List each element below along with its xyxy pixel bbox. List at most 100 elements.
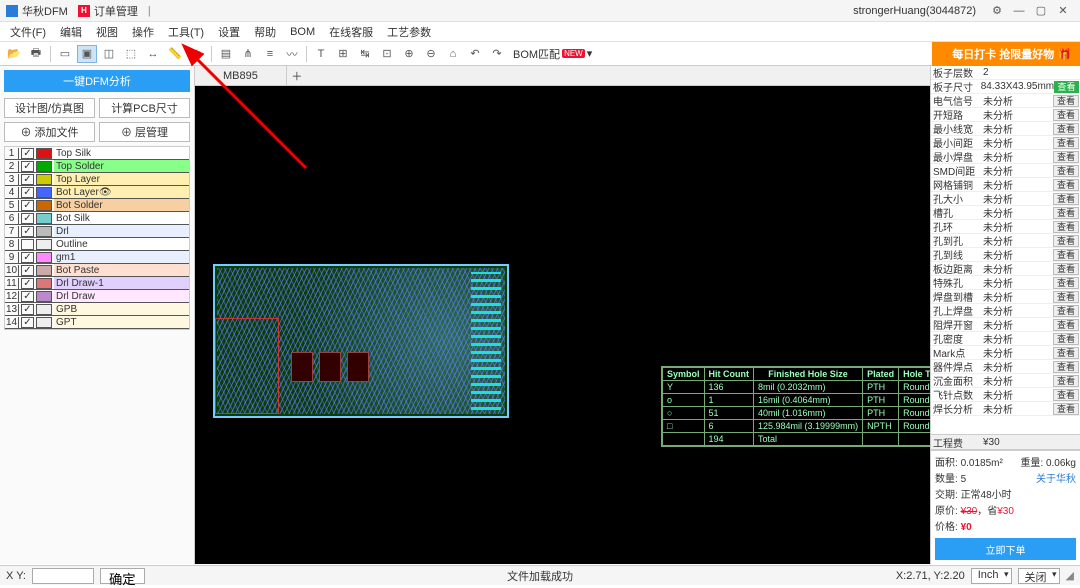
prop-view-button[interactable]: 查看	[1053, 319, 1079, 331]
layer-row[interactable]: 4 ✓ Bot Layer 👁	[5, 186, 189, 199]
unit-select[interactable]: Inch	[971, 568, 1012, 584]
prop-view-button[interactable]: 查看	[1053, 235, 1079, 247]
layer-checkbox[interactable]: ✓	[21, 174, 34, 185]
zoomout-icon[interactable]: ⊖	[421, 45, 441, 63]
open-icon[interactable]: 📂	[4, 45, 24, 63]
print-icon[interactable]: 🖶	[26, 45, 46, 63]
close-select[interactable]: 关闭	[1018, 568, 1060, 584]
layer-row[interactable]: 8 Outline	[5, 238, 189, 251]
move-icon[interactable]: ↹	[355, 45, 375, 63]
layer-checkbox[interactable]: ✓	[21, 252, 34, 263]
layer-checkbox[interactable]: ✓	[21, 278, 34, 289]
zoomin-icon[interactable]: ⊕	[399, 45, 419, 63]
layer-checkbox[interactable]: ✓	[21, 187, 34, 198]
layer-row[interactable]: 7 ✓ Drl	[5, 225, 189, 238]
layer-color-swatch[interactable]	[36, 213, 52, 224]
text-icon[interactable]: T	[311, 45, 331, 63]
layer-color-swatch[interactable]	[36, 161, 52, 172]
menu-process[interactable]: 工艺参数	[381, 24, 437, 40]
layer-checkbox[interactable]: ✓	[21, 317, 34, 328]
layer-checkbox[interactable]: ✓	[21, 213, 34, 224]
prop-view-button[interactable]: 查看	[1053, 375, 1079, 387]
layers-icon[interactable]: ▤	[216, 45, 236, 63]
select-icon[interactable]: ◫	[99, 45, 119, 63]
prop-view-button[interactable]: 查看	[1053, 221, 1079, 233]
prop-view-button[interactable]: 查看	[1053, 263, 1079, 275]
layer-checkbox[interactable]: ✓	[21, 291, 34, 302]
menu-bom[interactable]: BOM	[284, 26, 321, 38]
prop-view-button[interactable]: 查看	[1053, 151, 1079, 163]
ruler-icon[interactable]: 📏	[165, 45, 185, 63]
calc-size-button[interactable]: 计算PCB尺寸	[99, 98, 190, 118]
share-icon[interactable]: ⋔	[238, 45, 258, 63]
wave-icon[interactable]: 〰	[282, 45, 302, 63]
about-link[interactable]: 关于华秋	[1036, 470, 1076, 485]
prop-view-button[interactable]: 查看	[1054, 81, 1079, 93]
prop-view-button[interactable]: 查看	[1053, 389, 1079, 401]
pointer-icon[interactable]: ▣	[77, 45, 97, 63]
layer-color-swatch[interactable]	[36, 200, 52, 211]
prop-view-button[interactable]: 查看	[1053, 333, 1079, 345]
prop-view-button[interactable]: 查看	[1053, 403, 1079, 415]
redo-icon[interactable]: ↷	[487, 45, 507, 63]
prop-view-button[interactable]: 查看	[1053, 347, 1079, 359]
layer-row[interactable]: 6 ✓ Bot Silk	[5, 212, 189, 225]
layer-color-swatch[interactable]	[36, 265, 52, 276]
maximize-button[interactable]: ▢	[1030, 2, 1052, 20]
menu-tools[interactable]: 工具(T)	[162, 24, 210, 40]
prop-view-button[interactable]: 查看	[1053, 361, 1079, 373]
layer-row[interactable]: 12 ✓ Drl Draw	[5, 290, 189, 303]
prop-view-button[interactable]: 查看	[1053, 193, 1079, 205]
design-sim-button[interactable]: 设计图/仿真图	[4, 98, 95, 118]
bom-match-button[interactable]: BOM匹配 NEW ▾	[513, 46, 592, 62]
menu-operate[interactable]: 操作	[126, 24, 160, 40]
layer-row[interactable]: 14 ✓ GPT	[5, 316, 189, 329]
prop-view-button[interactable]: 查看	[1053, 137, 1079, 149]
layer-row[interactable]: 13 ✓ GPB	[5, 303, 189, 316]
layer-color-swatch[interactable]	[36, 252, 52, 263]
layer-color-swatch[interactable]	[36, 291, 52, 302]
menu-support[interactable]: 在线客服	[323, 24, 379, 40]
prop-view-button[interactable]: 查看	[1053, 305, 1079, 317]
layer-row[interactable]: 3 ✓ Top Layer	[5, 173, 189, 186]
user-label[interactable]: strongerHuang(3044872)	[853, 5, 976, 17]
layer-checkbox[interactable]: ✓	[21, 265, 34, 276]
layer-checkbox[interactable]: ✓	[21, 200, 34, 211]
prop-view-button[interactable]: 查看	[1053, 249, 1079, 261]
menu-file[interactable]: 文件(F)	[4, 24, 52, 40]
prop-view-button[interactable]: 查看	[1053, 95, 1079, 107]
layer-row[interactable]: 5 ✓ Bot Solder	[5, 199, 189, 212]
layer-row[interactable]: 11 ✓ Drl Draw-1	[5, 277, 189, 290]
confirm-button[interactable]: 确定	[100, 568, 145, 584]
line-icon[interactable]: ≡	[260, 45, 280, 63]
layer-row[interactable]: 10 ✓ Bot Paste	[5, 264, 189, 277]
dfm-analyze-button[interactable]: 一键DFM分析	[4, 70, 190, 92]
layer-color-swatch[interactable]	[36, 239, 52, 250]
settings-icon[interactable]: ⚙	[986, 2, 1008, 20]
layer-row[interactable]: 9 ✓ gm1	[5, 251, 189, 264]
layer-checkbox[interactable]: ✓	[21, 161, 34, 172]
menu-view[interactable]: 视图	[90, 24, 124, 40]
layer-checkbox[interactable]: ✓	[21, 304, 34, 315]
window-icon[interactable]: ▭	[55, 45, 75, 63]
layer-color-swatch[interactable]	[36, 187, 52, 198]
layer-color-swatch[interactable]	[36, 226, 52, 237]
prop-view-button[interactable]: 查看	[1053, 179, 1079, 191]
menu-edit[interactable]: 编辑	[54, 24, 88, 40]
prop-view-button[interactable]: 查看	[1053, 123, 1079, 135]
snap-icon[interactable]: ⊡	[377, 45, 397, 63]
layer-color-swatch[interactable]	[36, 278, 52, 289]
doc-title[interactable]: 订单管理	[94, 3, 138, 19]
resize-grip[interactable]: ◢	[1066, 569, 1074, 582]
layer-row[interactable]: 1 ✓ Top Silk	[5, 147, 189, 160]
layer-mgmt-button[interactable]: ⊕ 层管理	[99, 122, 190, 142]
layer-checkbox[interactable]: ✓	[21, 226, 34, 237]
promo-banner[interactable]: 每日打卡 抢限量好物 🎁	[932, 42, 1080, 66]
align-icon[interactable]: ⊞	[333, 45, 353, 63]
measure-icon[interactable]: ↔	[143, 45, 163, 63]
order-button[interactable]: 立即下单	[935, 538, 1076, 560]
layer-checkbox[interactable]: ✓	[21, 148, 34, 159]
minimize-button[interactable]: —	[1008, 2, 1030, 20]
undo-icon[interactable]: ↶	[465, 45, 485, 63]
crosshair-icon[interactable]: ✶	[187, 45, 207, 63]
